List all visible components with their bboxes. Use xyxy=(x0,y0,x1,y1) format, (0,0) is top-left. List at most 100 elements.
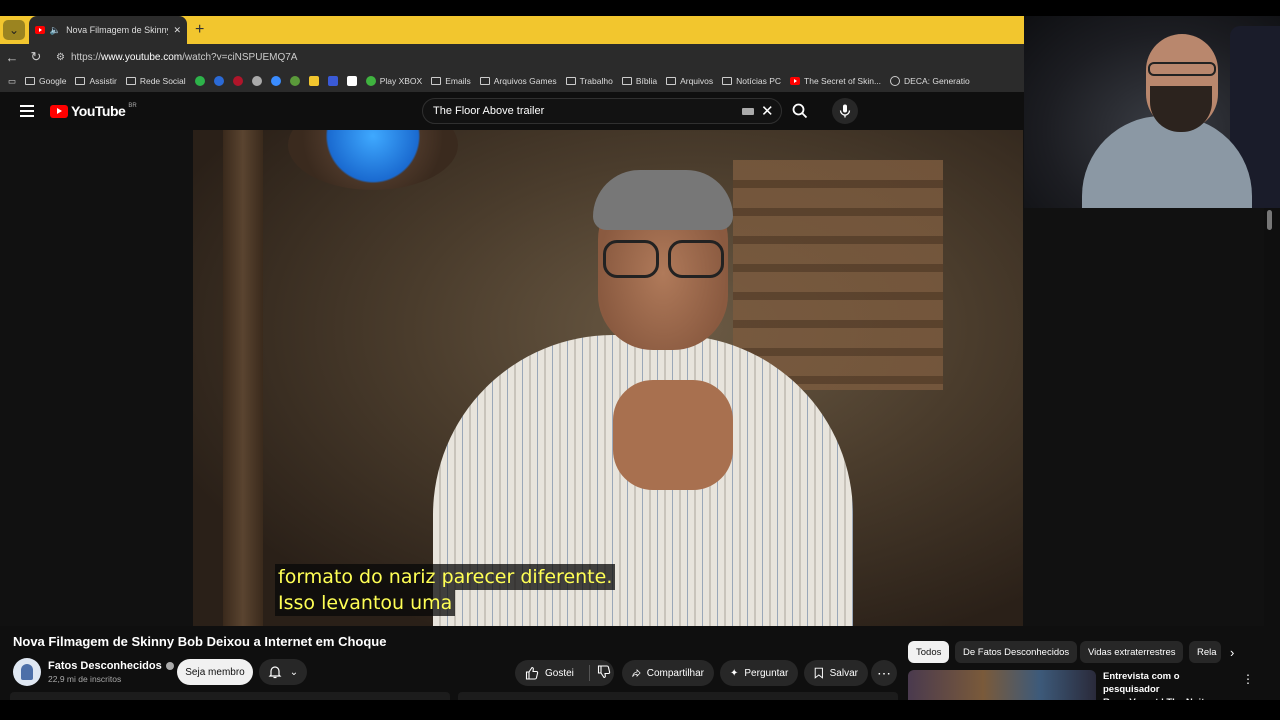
subscriber-count: 22,9 mi de inscritos xyxy=(48,674,122,684)
country-code: BR xyxy=(128,103,137,109)
close-tab-icon[interactable]: ✕ xyxy=(173,25,181,36)
bookmark-menu-icon[interactable]: ▭ xyxy=(8,76,16,87)
bookmark-star-icon[interactable] xyxy=(270,76,281,86)
folder-icon xyxy=(666,77,677,85)
new-tab-button[interactable]: + xyxy=(195,21,204,39)
voice-search-button[interactable] xyxy=(832,98,858,124)
bookmark-trabalho[interactable]: Trabalho xyxy=(565,76,613,86)
globe-icon xyxy=(890,76,901,86)
bookmark-rede-social[interactable]: Rede Social xyxy=(125,76,186,86)
channel-avatar[interactable] xyxy=(13,658,41,686)
clear-search-icon[interactable]: ✕ xyxy=(761,102,774,120)
notification-button[interactable]: ⌄ xyxy=(259,659,307,685)
bookmark-emails[interactable]: Emails xyxy=(431,76,471,86)
xbox-icon xyxy=(365,76,376,86)
bookmark-label: Trabalho xyxy=(579,76,613,86)
save-button[interactable]: Salvar xyxy=(804,660,868,686)
bookmark-blue-icon[interactable] xyxy=(213,76,224,86)
url-path: /watch?v=ciNSPUEMQ7A xyxy=(182,51,298,63)
like-divider xyxy=(589,665,590,681)
tab-search-button[interactable]: ⌄ xyxy=(3,20,25,40)
folder-icon xyxy=(75,77,86,85)
bookmark-icon xyxy=(814,667,823,679)
dislike-button[interactable] xyxy=(597,664,611,682)
recommendation-thumbnail[interactable] xyxy=(908,670,1096,700)
thumbs-down-icon xyxy=(597,664,611,678)
bookmark-biblia[interactable]: Bíblia xyxy=(621,76,658,86)
bookmark-s-icon[interactable] xyxy=(346,76,357,86)
screen-bottom-border xyxy=(0,700,1280,720)
search-button[interactable] xyxy=(786,98,814,124)
thumbs-up-icon xyxy=(525,666,539,680)
like-button[interactable]: Gostei xyxy=(515,660,614,686)
bookmark-gray-icon[interactable] xyxy=(251,76,262,86)
menu-icon[interactable] xyxy=(20,105,34,117)
chip-vidas-extraterrestres[interactable]: Vidas extraterrestres xyxy=(1080,641,1184,663)
ask-button[interactable]: ✦ Perguntar xyxy=(720,660,798,686)
scrollbar-thumb[interactable] xyxy=(1267,210,1272,230)
chip-relacionados[interactable]: Rela xyxy=(1189,641,1221,663)
bookmark-deca[interactable]: DECA: Generatio xyxy=(890,76,970,86)
chip-de-fatos-desconhecidos[interactable]: De Fatos Desconhecidos xyxy=(955,641,1078,663)
bookmark-label: Bíblia xyxy=(635,76,658,86)
bookmark-google[interactable]: Google xyxy=(25,76,66,86)
keyboard-icon[interactable] xyxy=(742,108,754,115)
bookmark-label: Arquivos Games xyxy=(493,76,557,86)
more-horizontal-icon: ⋯ xyxy=(877,664,891,681)
bookmark-green-icon[interactable] xyxy=(194,76,205,86)
url-field[interactable]: ⚙ https://www.youtube.com/watch?v=ciNSPU… xyxy=(56,52,297,63)
join-button[interactable]: Seja membro xyxy=(177,659,253,685)
caption-line-2: Isso levantou uma xyxy=(275,590,456,616)
bookmark-label: Assistir xyxy=(89,76,117,86)
folder-icon xyxy=(431,77,442,85)
share-button[interactable]: Compartilhar xyxy=(622,660,714,686)
share-icon xyxy=(632,669,641,677)
bookmark-label: DECA: Generatio xyxy=(904,76,970,86)
video-side-area xyxy=(1073,208,1264,626)
bookmark-label: Google xyxy=(39,76,67,86)
bookmark-assistir[interactable]: Assistir xyxy=(75,76,117,86)
recommendation-title-line-1: Entrevista com o pesquisador xyxy=(1103,671,1180,695)
search-box[interactable] xyxy=(422,98,782,124)
bookmark-arquivos[interactable]: Arquivos xyxy=(666,76,713,86)
folder-icon xyxy=(722,77,733,85)
youtube-logo[interactable]: YouTube BR xyxy=(50,103,137,119)
channel-name-row[interactable]: Fatos Desconhecidos xyxy=(48,660,174,672)
video-title: Nova Filmagem de Skinny Bob Deixou a Int… xyxy=(13,634,387,649)
description-box-edge xyxy=(10,692,450,700)
browser-tab-active[interactable]: 🔈 Nova Filmagem de Skinny Bob ✕ xyxy=(29,16,187,44)
chevron-right-icon[interactable]: › xyxy=(1230,645,1234,660)
chip-todos[interactable]: Todos xyxy=(908,641,950,663)
bookmark-yellow-icon[interactable] xyxy=(308,76,319,86)
page-scrollbar[interactable] xyxy=(1264,208,1280,700)
youtube-logo-text: YouTube xyxy=(71,103,126,119)
bookmark-arquivos-games[interactable]: Arquivos Games xyxy=(479,76,557,86)
bookmark-label: Rede Social xyxy=(139,76,186,86)
browser-tab-bar: ⌄ 🔈 Nova Filmagem de Skinny Bob ✕ + xyxy=(0,16,1024,44)
bookmark-chart-icon[interactable] xyxy=(327,76,338,86)
back-button[interactable]: ← xyxy=(0,50,24,65)
bookmark-play-xbox[interactable]: Play XBOX xyxy=(365,76,422,86)
bookmark-secret-of-skinny[interactable]: The Secret of Skin... xyxy=(790,76,881,86)
bookmark-red-icon[interactable] xyxy=(232,76,243,86)
video-person-hair xyxy=(593,170,733,230)
channel-name[interactable]: Fatos Desconhecidos xyxy=(48,660,162,672)
webcam-person-body xyxy=(1082,116,1252,208)
folder-icon xyxy=(621,77,632,85)
like-label: Gostei xyxy=(545,667,574,679)
speaker-icon[interactable]: 🔈 xyxy=(50,25,61,36)
bookmark-label: The Secret of Skin... xyxy=(804,76,882,86)
comments-box-edge xyxy=(458,692,898,700)
site-info-icon[interactable]: ⚙ xyxy=(56,52,65,63)
reload-button[interactable]: ↻ xyxy=(24,49,48,65)
chevron-down-icon: ⌄ xyxy=(289,666,299,678)
microphone-icon xyxy=(839,104,851,118)
more-actions-button[interactable]: ⋯ xyxy=(871,660,897,686)
search-input[interactable] xyxy=(433,105,723,117)
bookmark-noticias-pc[interactable]: Notícias PC xyxy=(722,76,781,86)
video-frame xyxy=(193,130,1023,626)
video-person-glasses xyxy=(603,240,724,278)
video-scene-shelves xyxy=(733,160,943,390)
more-vertical-icon[interactable]: ⋮ xyxy=(1242,672,1254,686)
bookmark-figure-icon[interactable] xyxy=(289,76,300,86)
